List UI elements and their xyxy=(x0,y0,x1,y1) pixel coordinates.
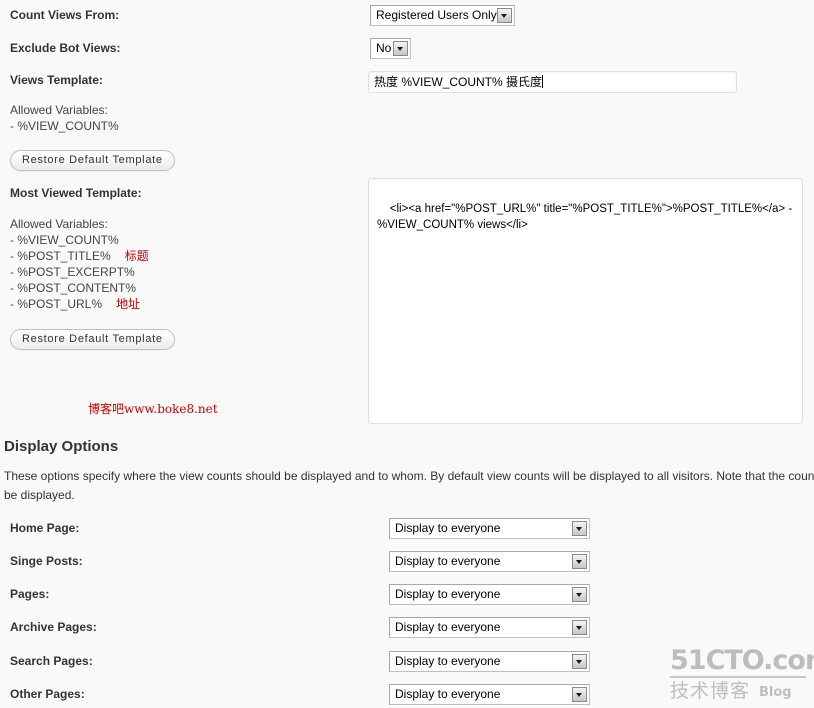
select-exclude-bot-views-value: No xyxy=(376,41,392,55)
views-allowed-variables: Allowed Variables: - %VIEW_COUNT% xyxy=(10,102,119,134)
select-pages-value: Display to everyone xyxy=(395,587,501,601)
select-search-pages-value: Display to everyone xyxy=(395,654,501,668)
label-singe-posts: Singe Posts: xyxy=(10,554,83,568)
select-archive-pages-value: Display to everyone xyxy=(395,620,501,634)
allowed-variable-name: - %POST_EXCERPT% xyxy=(10,265,135,279)
label-count-views-from: Count Views From: xyxy=(10,8,120,22)
chevron-down-icon xyxy=(497,8,512,23)
select-home-page-value: Display to everyone xyxy=(395,521,501,535)
allowed-variable-name: - %VIEW_COUNT% xyxy=(10,233,119,247)
label-other-pages: Other Pages: xyxy=(10,687,85,701)
site-watermark: 51CTO.com 技术博客 Blog xyxy=(670,645,814,702)
select-pages[interactable]: Display to everyone xyxy=(389,584,590,605)
site-watermark-subline: 技术博客 Blog xyxy=(670,680,806,702)
label-archive-pages: Archive Pages: xyxy=(10,620,97,634)
views-template-input[interactable]: 热度 %VIEW_COUNT% 摄氏度 xyxy=(368,71,737,93)
allowed-variable-item: - %POST_CONTENT% xyxy=(10,280,149,296)
select-other-pages-value: Display to everyone xyxy=(395,687,501,701)
label-pages: Pages: xyxy=(10,587,50,601)
allowed-variable-name: - %POST_URL% xyxy=(10,297,103,311)
most-viewed-template-textarea[interactable]: <li><a href="%POST_URL%" title="%POST_TI… xyxy=(368,178,803,424)
allowed-variable-item: - %VIEW_COUNT% xyxy=(10,232,149,248)
select-count-views-from[interactable]: Registered Users Only xyxy=(370,5,515,26)
restore-default-template-views-button[interactable]: Restore Default Template xyxy=(10,150,175,171)
chevron-down-icon xyxy=(572,687,587,702)
label-views-template: Views Template: xyxy=(10,73,103,87)
select-other-pages[interactable]: Display to everyone xyxy=(389,684,590,705)
select-count-views-from-value: Registered Users Only xyxy=(376,8,497,22)
chevron-down-icon xyxy=(393,41,408,56)
label-home-page: Home Page: xyxy=(10,521,80,535)
site-watermark-blog: Blog xyxy=(759,685,792,700)
chevron-down-icon xyxy=(572,554,587,569)
select-search-pages[interactable]: Display to everyone xyxy=(389,651,590,672)
label-most-viewed-template: Most Viewed Template: xyxy=(10,186,142,200)
select-singe-posts[interactable]: Display to everyone xyxy=(389,551,590,572)
select-exclude-bot-views[interactable]: No xyxy=(370,38,411,59)
allowed-variable-note: 地址 xyxy=(116,297,141,311)
select-home-page[interactable]: Display to everyone xyxy=(389,518,590,539)
site-watermark-brand: 51CTO.com xyxy=(670,645,814,678)
allowed-variable-item: - %VIEW_COUNT% xyxy=(10,119,119,133)
display-options-title: Display Options xyxy=(4,438,119,455)
allowed-variable-name: - %POST_CONTENT% xyxy=(10,281,137,295)
most-viewed-template-textarea-value: <li><a href="%POST_URL%" title="%POST_TI… xyxy=(377,203,796,231)
allowed-variable-item: - %POST_URL% 地址 xyxy=(10,296,149,312)
chevron-down-icon xyxy=(572,654,587,669)
select-archive-pages[interactable]: Display to everyone xyxy=(389,617,590,638)
allowed-variable-item: - %POST_TITLE% 标题 xyxy=(10,248,149,264)
allowed-variable-item: - %POST_EXCERPT% xyxy=(10,264,149,280)
restore-default-template-most-viewed-label: Restore Default Template xyxy=(22,333,163,345)
chevron-down-icon xyxy=(572,587,587,602)
allowed-variable-note: 标题 xyxy=(124,249,149,263)
display-options-description: These options specify where the view cou… xyxy=(4,469,814,502)
select-singe-posts-value: Display to everyone xyxy=(395,554,501,568)
allowed-variables-heading: Allowed Variables: xyxy=(10,103,108,117)
text-caret xyxy=(542,75,544,88)
allowed-variable-name: - %POST_TITLE% xyxy=(10,249,111,263)
settings-page: Count Views From: Registered Users Only … xyxy=(0,0,814,708)
chevron-down-icon xyxy=(572,620,587,635)
views-template-input-value: 热度 %VIEW_COUNT% 摄氏度 xyxy=(374,75,543,89)
label-search-pages: Search Pages: xyxy=(10,654,93,668)
allowed-variables-heading: Allowed Variables: xyxy=(10,217,108,231)
restore-default-template-views-label: Restore Default Template xyxy=(22,154,163,166)
restore-default-template-most-viewed-button[interactable]: Restore Default Template xyxy=(10,329,175,350)
site-watermark-subtitle: 技术博客 xyxy=(670,680,751,702)
red-watermark-text: 博客吧www.boke8.net xyxy=(88,402,218,416)
most-viewed-allowed-variables: Allowed Variables: - %VIEW_COUNT% - %POS… xyxy=(10,216,149,312)
label-exclude-bot-views: Exclude Bot Views: xyxy=(10,41,121,55)
chevron-down-icon xyxy=(572,521,587,536)
